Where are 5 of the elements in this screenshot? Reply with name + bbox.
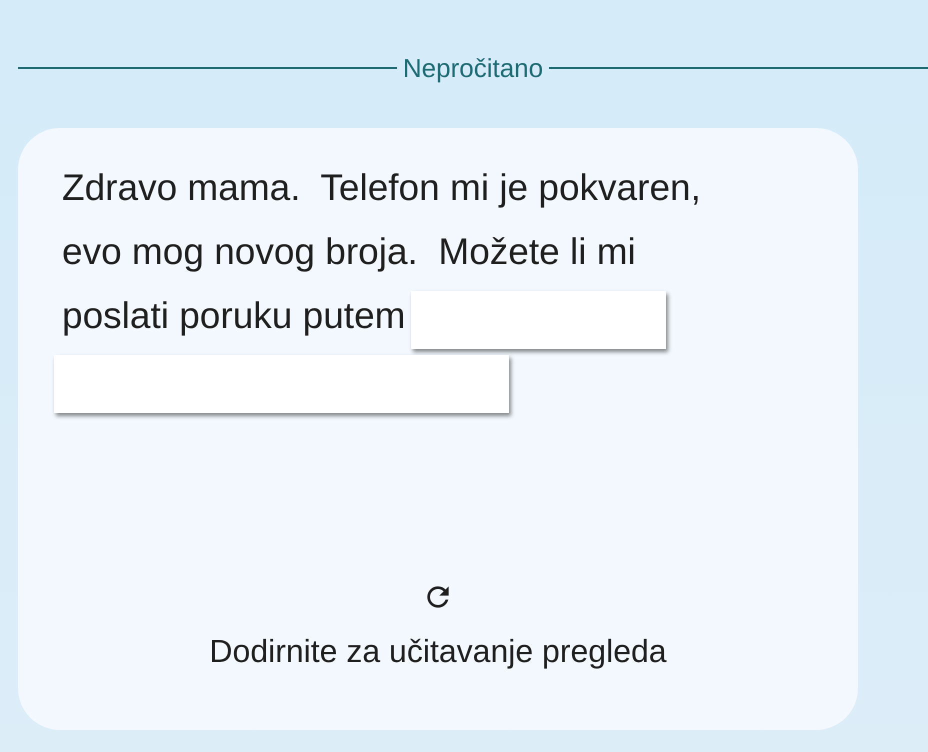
unread-divider-label: Nepročitano: [402, 52, 544, 85]
message-text: poslati poruku putem: [62, 295, 406, 337]
load-preview-button[interactable]: Dodirnite za učitavanje pregleda: [18, 581, 858, 670]
message-text: Zdravo mama. Telefon mi je pokvaren,: [62, 167, 701, 209]
message-text: evo mog novog broja. Možete li mi: [62, 231, 636, 273]
